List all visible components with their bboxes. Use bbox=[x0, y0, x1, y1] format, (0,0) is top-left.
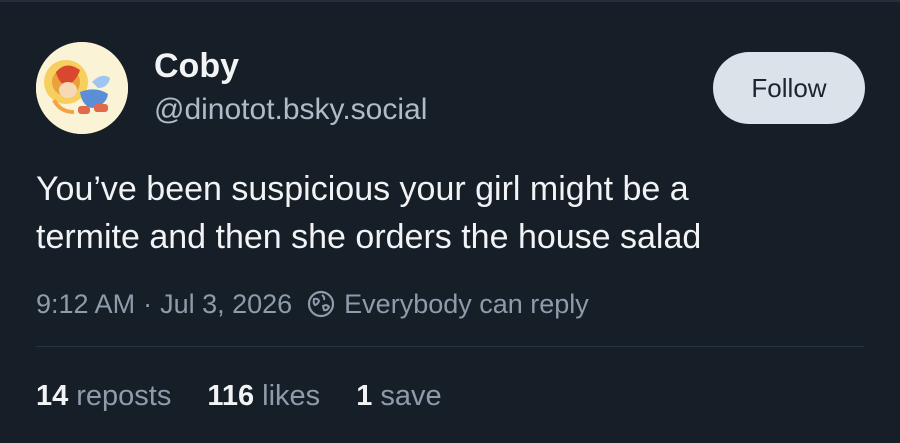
post-text-line: You’ve been suspicious your girl might b… bbox=[36, 170, 689, 208]
top-border bbox=[0, 0, 900, 2]
likes-label: likes bbox=[262, 380, 321, 412]
meta-separator: · bbox=[143, 289, 153, 319]
avatar-image bbox=[36, 42, 128, 134]
author-handle[interactable]: @dinotot.bsky.social bbox=[154, 92, 427, 128]
divider bbox=[36, 346, 864, 347]
saves-label: save bbox=[380, 380, 442, 412]
globe-reply-icon bbox=[306, 289, 336, 319]
likes-count: 116 bbox=[207, 380, 255, 412]
reposts-count: 14 bbox=[36, 380, 69, 412]
follow-button[interactable]: Follow bbox=[713, 52, 865, 124]
reposts-label: reposts bbox=[76, 380, 172, 412]
post-meta: 9:12 AM · Jul 3, 2026 Everybody can repl… bbox=[36, 284, 589, 324]
saves-stat[interactable]: 1 save bbox=[356, 376, 441, 416]
reply-setting[interactable]: Everybody can reply bbox=[344, 284, 589, 324]
post-time: 9:12 AM bbox=[36, 289, 136, 319]
author-display-name[interactable]: Coby bbox=[154, 46, 239, 86]
avatar[interactable] bbox=[36, 42, 128, 134]
saves-count: 1 bbox=[356, 380, 373, 412]
reposts-stat[interactable]: 14 reposts bbox=[36, 376, 171, 416]
post-text: You’ve been suspicious your girl might b… bbox=[36, 165, 876, 261]
post-date[interactable]: Jul 3, 2026 bbox=[160, 284, 292, 324]
likes-stat[interactable]: 116 likes bbox=[207, 376, 320, 416]
post-stats: 14 reposts 116 likes 1 save bbox=[36, 376, 478, 416]
post-text-line: termite and then she orders the house sa… bbox=[36, 218, 702, 256]
